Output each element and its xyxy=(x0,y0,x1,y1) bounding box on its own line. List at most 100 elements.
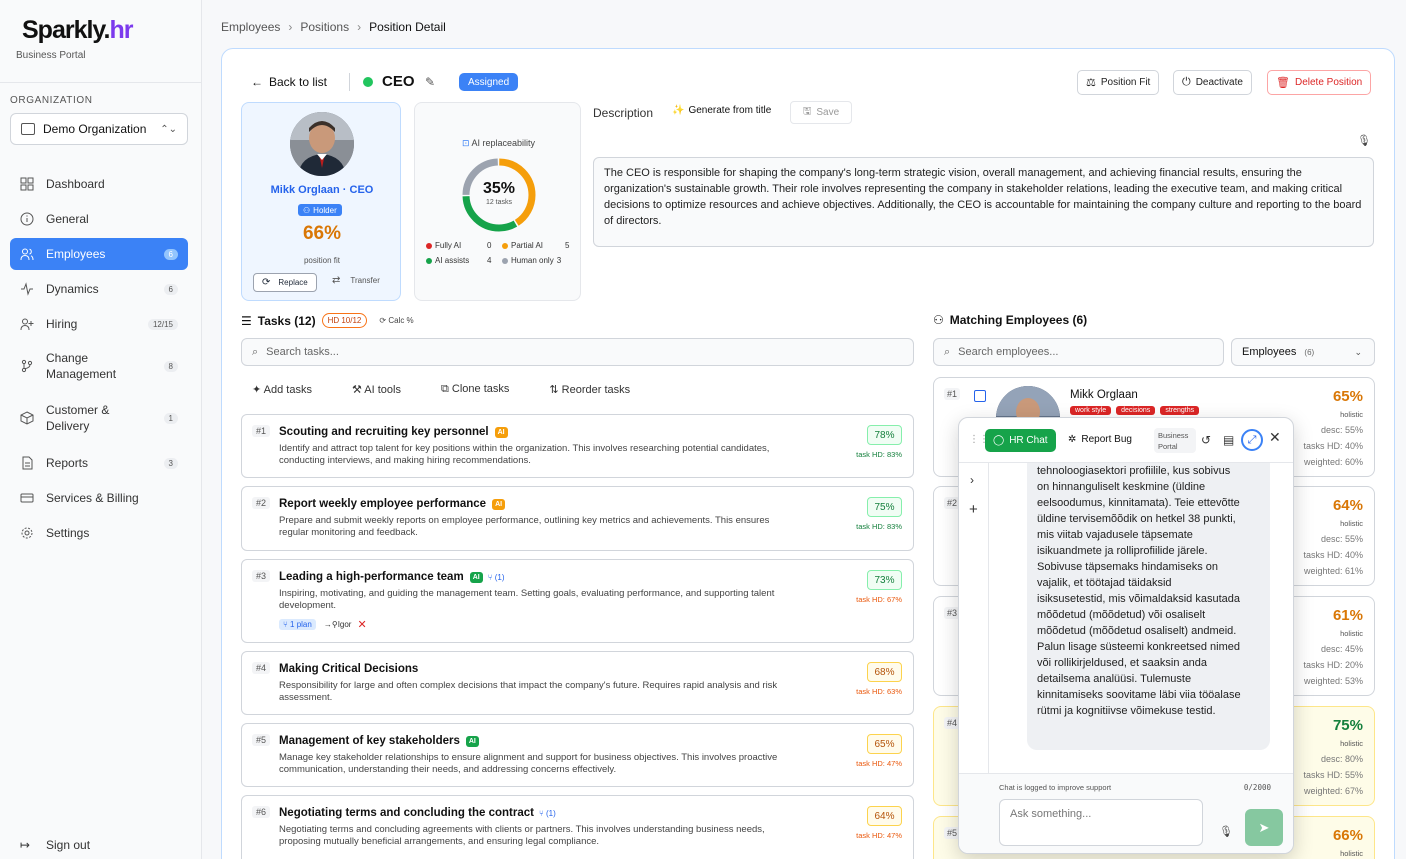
matching-heading: Matching Employees (6) xyxy=(949,313,1088,327)
select-checkbox[interactable] xyxy=(974,390,986,402)
sidebar-item-hiring[interactable]: Hiring 12/15 xyxy=(10,308,188,340)
sidebar-item-label: Change Management xyxy=(46,351,117,381)
clone-tasks-button[interactable]: ⧉ Clone tasks xyxy=(441,383,529,396)
task-title: Report weekly employee performance xyxy=(279,498,487,510)
save-label: Save xyxy=(816,107,840,118)
report-bug-tab[interactable]: ✲ Report Bug xyxy=(1068,434,1132,445)
organization-select[interactable]: Demo Organization ⌃⌄ xyxy=(10,113,188,145)
task-card[interactable]: #4 Making Critical Decisions Responsibilit… xyxy=(241,651,914,715)
holder-name[interactable]: Mikk Orglaan · CEO xyxy=(242,184,402,196)
back-to-list-button[interactable]: ← Back to list xyxy=(251,75,327,89)
employee-name[interactable]: Mikk Orglaan xyxy=(1070,389,1138,401)
red-dot-icon xyxy=(426,242,432,249)
logo[interactable]: Sparkly.hr xyxy=(22,16,133,45)
expand-icon[interactable]: ⤢ xyxy=(1241,429,1263,451)
breadcrumb: Employees › Positions › Position Detail xyxy=(221,20,446,34)
portal-label: Business Portal xyxy=(16,50,86,61)
microphone-icon[interactable]: 🎙 xyxy=(1219,825,1233,838)
sidebar-item-dynamics[interactable]: Dynamics 6 xyxy=(10,273,188,305)
employee-stat: tasks HD: 40% xyxy=(1303,441,1363,451)
legend-value: 0 xyxy=(487,241,492,250)
chat-sidebar: › + xyxy=(959,463,989,773)
task-card[interactable]: #5 Management of key stakeholders AI Manage… xyxy=(241,723,914,787)
hr-chat-tab[interactable]: ◯ HR Chat xyxy=(985,429,1056,452)
close-icon[interactable]: ✕ xyxy=(1269,429,1281,446)
sidebar-item-dashboard[interactable]: Dashboard xyxy=(10,168,188,200)
generate-from-title-button[interactable]: ✨ Generate from title xyxy=(672,105,771,116)
description-textarea[interactable]: The CEO is responsible for shaping the c… xyxy=(593,157,1374,247)
delete-position-button[interactable]: 🗑 Delete Position xyxy=(1267,70,1372,95)
employee-match-pct: 64% xyxy=(1332,497,1363,514)
sidebar-item-label: Reports xyxy=(46,456,89,470)
task-title: Scouting and recruiting key personnel xyxy=(279,426,489,438)
activity-icon xyxy=(20,282,34,296)
message-line: üldine tervisemõõdik on hetkel 38 punkti… xyxy=(1037,513,1236,525)
employee-stat: desc: 55% xyxy=(1320,534,1363,544)
employee-match-pct: 75% xyxy=(1332,717,1363,734)
link-count[interactable]: ⑂ (1) xyxy=(539,809,556,818)
bookmark-icon[interactable]: ▤ xyxy=(1223,433,1234,447)
user-icon: ⚇ xyxy=(303,205,311,215)
sidebar-item-customer-delivery[interactable]: Customer & Delivery 1 xyxy=(10,395,188,441)
task-card[interactable]: #2 Report weekly employee performance AI Pr… xyxy=(241,486,914,551)
task-search-input[interactable]: ⌕ Search tasks... xyxy=(241,338,914,366)
plus-icon[interactable]: + xyxy=(969,501,978,518)
sidebar-item-change-management[interactable]: Change Management 8 xyxy=(10,343,188,389)
calc-label: Calc % xyxy=(388,316,414,325)
employee-stat: desc: 55% xyxy=(1320,425,1363,435)
sidebar-item-services-billing[interactable]: Services & Billing xyxy=(10,482,188,514)
chevron-right-icon[interactable]: › xyxy=(970,473,974,487)
link-count[interactable]: ⑂ (1) xyxy=(488,573,505,582)
task-description: Prepare and submit weekly reports on emp… xyxy=(279,515,770,538)
transfer-label: Transfer xyxy=(350,276,380,285)
sign-out-button[interactable]: ↦ Sign out xyxy=(20,838,90,852)
legend-label: Human only xyxy=(511,256,554,265)
position-fit-button[interactable]: ⚖ Position Fit xyxy=(1077,70,1160,95)
sidebar-item-employees[interactable]: Employees 6 xyxy=(10,238,188,270)
task-card[interactable]: #6 Negotiating terms and concluding the c… xyxy=(241,795,914,859)
position-fit-label: Position Fit xyxy=(1100,77,1151,88)
status-badge: Assigned xyxy=(459,73,519,91)
avatar xyxy=(290,112,354,176)
task-number: #3 xyxy=(252,570,271,582)
sign-out-label: Sign out xyxy=(46,838,91,852)
legend-label: Fully AI xyxy=(435,241,462,250)
remove-icon[interactable]: ✕ xyxy=(357,618,366,631)
sidebar-item-settings[interactable]: Settings xyxy=(10,517,188,549)
green-dot-icon xyxy=(426,257,432,264)
calc-percent-button[interactable]: ⟳ Calc % xyxy=(379,316,413,325)
employee-search-input[interactable]: ⌕ Search employees... xyxy=(933,338,1224,366)
legend-partial-ai: Partial AI 5 xyxy=(502,241,569,250)
send-button[interactable]: ➤ xyxy=(1245,809,1283,846)
employee-filter-select[interactable]: Employees (6) ⌄ xyxy=(1231,338,1375,366)
ai-tools-button[interactable]: ⚒ AI tools xyxy=(352,383,421,396)
chat-input[interactable]: Ask something... xyxy=(999,799,1203,846)
add-tasks-button[interactable]: ✦ Add tasks xyxy=(252,383,332,396)
transfer-button[interactable]: ⇄ Transfer xyxy=(332,275,380,286)
magic-wand-icon: ✨ xyxy=(672,105,685,116)
deactivate-button[interactable]: ⏻ Deactivate xyxy=(1173,70,1252,95)
task-card[interactable]: #3 Leading a high-performance team AI ⑂ (1)… xyxy=(241,559,914,643)
plan-badge[interactable]: ⑂ 1 plan xyxy=(279,619,316,630)
message-line: rütmi ja kognitiivse võimekuse testid. xyxy=(1037,705,1216,717)
replace-button[interactable]: ⟳ Replace xyxy=(253,273,317,292)
sidebar-item-label: Dynamics xyxy=(46,282,99,296)
task-score: 78% xyxy=(867,425,902,445)
user-plus-icon xyxy=(20,317,34,331)
task-number: #5 xyxy=(252,734,271,746)
pencil-icon[interactable]: ✎ xyxy=(425,75,435,89)
reorder-tasks-button[interactable]: ⇅ Reorder tasks xyxy=(549,383,650,396)
sidebar-item-general[interactable]: General xyxy=(10,203,188,235)
task-card[interactable]: #1 Scouting and recruiting key personnel A… xyxy=(241,414,914,478)
message-line: Palun lisage süsteemi konkreetsed nimed xyxy=(1037,641,1241,653)
message-line: eelsoodumus, kinnitamata). Teie ettevõtt… xyxy=(1037,497,1240,509)
breadcrumb-employees[interactable]: Employees xyxy=(221,20,280,34)
sidebar-nav: Dashboard General Employees 6 Dynamics 6 Hirin… xyxy=(10,168,188,552)
breadcrumb-positions[interactable]: Positions xyxy=(300,20,349,34)
microphone-icon[interactable]: 🎙 xyxy=(1357,134,1371,147)
tag: decisions xyxy=(1116,406,1156,415)
sidebar-item-reports[interactable]: Reports 3 xyxy=(10,447,188,479)
holder-badge: ⚇ Holder xyxy=(298,204,342,216)
save-description-button[interactable]: 🖫 Save xyxy=(790,101,852,124)
reset-icon[interactable]: ↺ xyxy=(1201,433,1211,447)
